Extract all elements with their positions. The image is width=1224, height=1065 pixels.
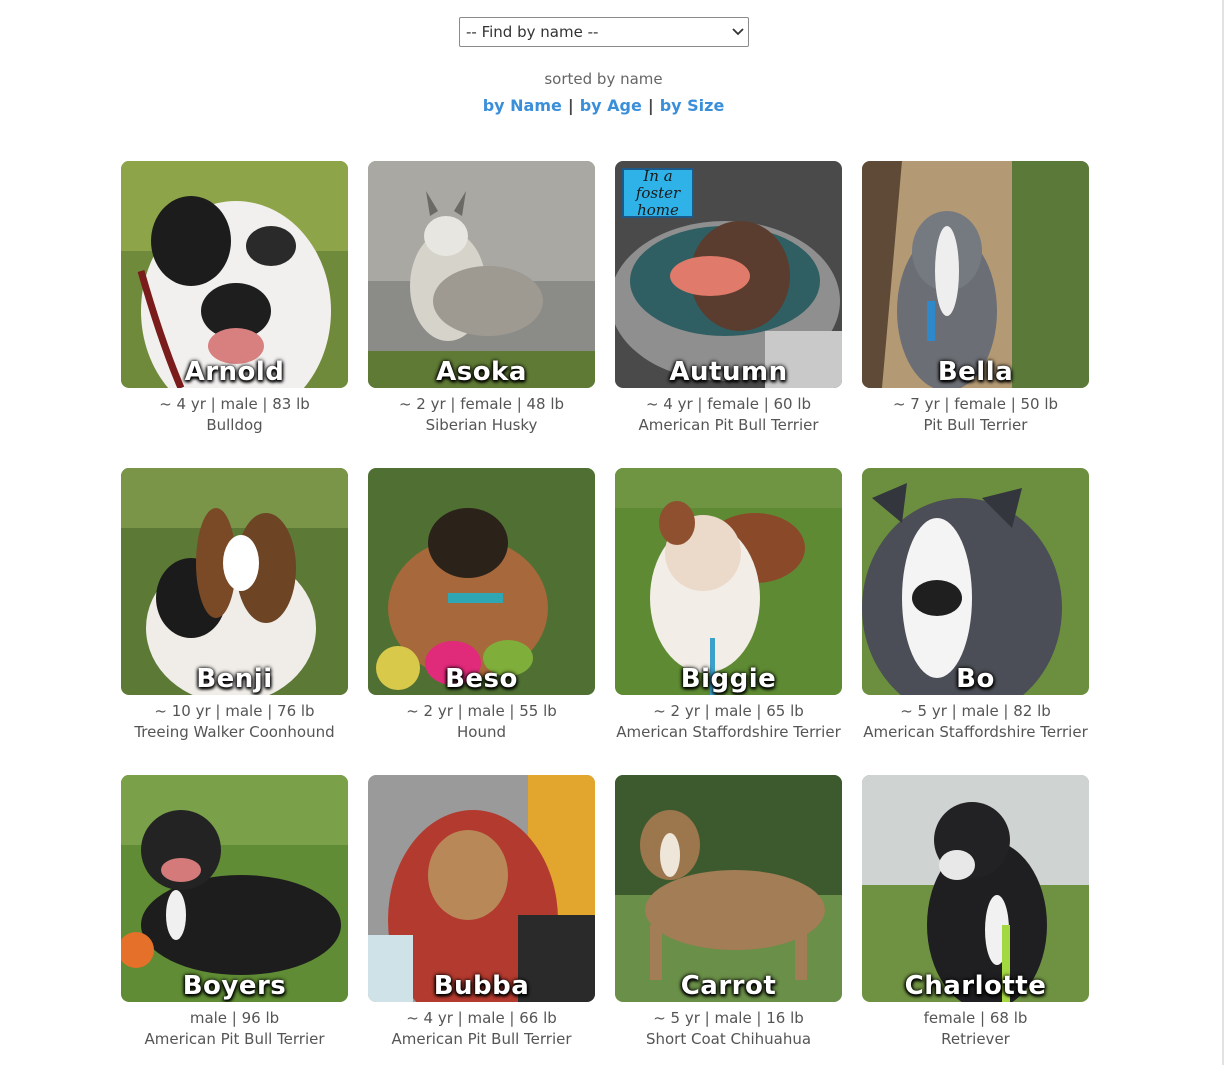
dog-stats: ~ 4 yr | male | 83 lb	[159, 395, 310, 413]
dog-card[interactable]: Bella ~ 7 yr | female | 50 lb Pit Bull T…	[862, 161, 1089, 436]
sort-by-name-link[interactable]: by Name	[483, 96, 562, 115]
dog-stats: female | 68 lb	[923, 1009, 1028, 1027]
dog-breed: Siberian Husky	[425, 416, 538, 434]
dog-photo[interactable]: In a foster home Autumn	[615, 161, 842, 388]
dog-breed: Short Coat Chihuahua	[645, 1030, 812, 1048]
dog-breed: American Pit Bull Terrier	[638, 416, 819, 434]
dog-info: ~ 5 yr | male | 16 lb Short Coat Chihuah…	[615, 1008, 842, 1050]
dog-info: ~ 2 yr | female | 48 lb Siberian Husky	[368, 394, 595, 436]
dog-card[interactable]: Bubba ~ 4 yr | male | 66 lb American Pit…	[368, 775, 595, 1050]
dog-breed: American Staffordshire Terrier	[616, 723, 841, 741]
dog-info: male | 96 lb American Pit Bull Terrier	[121, 1008, 348, 1050]
dog-info: ~ 2 yr | male | 65 lb American Staffords…	[615, 701, 842, 743]
dog-stats: ~ 4 yr | female | 60 lb	[645, 395, 812, 413]
dog-card[interactable]: Boyers male | 96 lb American Pit Bull Te…	[121, 775, 348, 1050]
dog-card[interactable]: Carrot ~ 5 yr | male | 16 lb Short Coat …	[615, 775, 842, 1050]
dog-photo[interactable]: Asoka	[368, 161, 595, 388]
dog-name: Autumn	[669, 357, 788, 387]
dog-name: Beso	[445, 664, 518, 694]
sort-status: sorted by name	[544, 70, 663, 88]
dog-stats: ~ 5 yr | male | 16 lb	[653, 1009, 804, 1027]
dog-card[interactable]: In a foster home Autumn ~ 4 yr | female …	[615, 161, 842, 436]
dog-photo[interactable]: Bubba	[368, 775, 595, 1002]
dog-photo[interactable]: Bella	[862, 161, 1089, 388]
find-by-name-select[interactable]: -- Find by name --	[459, 17, 749, 47]
dog-stats: ~ 2 yr | female | 48 lb	[398, 395, 565, 413]
dog-card[interactable]: Arnold ~ 4 yr | male | 83 lb Bulldog	[121, 161, 348, 436]
dog-name: Bubba	[433, 971, 530, 1001]
page: -- Find by name -- sorted by name by Nam…	[0, 0, 1224, 1065]
dog-name: Benji	[196, 664, 273, 694]
dog-photo[interactable]: Beso	[368, 468, 595, 695]
dog-breed: American Staffordshire Terrier	[863, 723, 1088, 741]
dog-breed: American Pit Bull Terrier	[391, 1030, 572, 1048]
dog-card[interactable]: Benji ~ 10 yr | male | 76 lb Treeing Wal…	[121, 468, 348, 743]
dog-photo[interactable]: Bo	[862, 468, 1089, 695]
dog-info: ~ 4 yr | male | 66 lb American Pit Bull …	[368, 1008, 595, 1050]
dog-photo[interactable]: Arnold	[121, 161, 348, 388]
dog-name: Asoka	[436, 357, 527, 387]
separator: |	[567, 96, 574, 115]
chevron-down-icon	[732, 25, 744, 39]
dog-card[interactable]: Beso ~ 2 yr | male | 55 lb Hound	[368, 468, 595, 743]
dog-stats: ~ 2 yr | male | 65 lb	[653, 702, 804, 720]
dog-name: Charlotte	[904, 971, 1047, 1001]
dog-breed: Retriever	[941, 1030, 1010, 1048]
dog-stats: ~ 5 yr | male | 82 lb	[900, 702, 1051, 720]
find-by-name-label: -- Find by name --	[466, 23, 599, 41]
foster-badge: In a foster home	[622, 167, 694, 218]
dog-photo[interactable]: Boyers	[121, 775, 348, 1002]
dog-name: Boyers	[182, 971, 287, 1001]
sort-links: by Name | by Age | by Size	[0, 96, 1207, 115]
dog-info: ~ 10 yr | male | 76 lb Treeing Walker Co…	[121, 701, 348, 743]
dog-breed: Treeing Walker Coonhound	[134, 723, 335, 741]
dog-info: female | 68 lb Retriever	[862, 1008, 1089, 1050]
dog-stats: male | 96 lb	[189, 1009, 280, 1027]
dog-stats: ~ 2 yr | male | 55 lb	[406, 702, 557, 720]
dog-card[interactable]: Charlotte female | 68 lb Retriever	[862, 775, 1089, 1050]
dog-photo[interactable]: Carrot	[615, 775, 842, 1002]
dog-card[interactable]: Bo ~ 5 yr | male | 82 lb American Staffo…	[862, 468, 1089, 743]
dog-card[interactable]: Biggie ~ 2 yr | male | 65 lb American St…	[615, 468, 842, 743]
dog-info: ~ 4 yr | female | 60 lb American Pit Bul…	[615, 394, 842, 436]
dog-name: Bo	[956, 664, 995, 694]
dog-info: ~ 7 yr | female | 50 lb Pit Bull Terrier	[862, 394, 1089, 436]
sort-by-age-link[interactable]: by Age	[580, 96, 642, 115]
dog-stats: ~ 4 yr | male | 66 lb	[406, 1009, 557, 1027]
dog-name: Biggie	[680, 664, 777, 694]
dog-name: Arnold	[184, 357, 285, 387]
separator: |	[647, 96, 654, 115]
dog-photo[interactable]: Benji	[121, 468, 348, 695]
dog-stats: ~ 10 yr | male | 76 lb	[154, 702, 315, 720]
dog-name: Bella	[937, 357, 1014, 387]
dog-info: ~ 4 yr | male | 83 lb Bulldog	[121, 394, 348, 436]
dog-name: Carrot	[680, 971, 777, 1001]
dog-info: ~ 2 yr | male | 55 lb Hound	[368, 701, 595, 743]
dog-photo[interactable]: Charlotte	[862, 775, 1089, 1002]
sort-by-size-link[interactable]: by Size	[660, 96, 725, 115]
dog-breed: Pit Bull Terrier	[923, 416, 1028, 434]
dog-breed: Bulldog	[206, 416, 263, 434]
dog-breed: American Pit Bull Terrier	[144, 1030, 325, 1048]
dog-grid: Arnold ~ 4 yr | male | 83 lb Bulldog Aso…	[121, 161, 1089, 1050]
dog-photo[interactable]: Biggie	[615, 468, 842, 695]
dog-info: ~ 5 yr | male | 82 lb American Staffords…	[862, 701, 1089, 743]
dog-card[interactable]: Asoka ~ 2 yr | female | 48 lb Siberian H…	[368, 161, 595, 436]
dog-stats: ~ 7 yr | female | 50 lb	[892, 395, 1059, 413]
dog-breed: Hound	[457, 723, 506, 741]
